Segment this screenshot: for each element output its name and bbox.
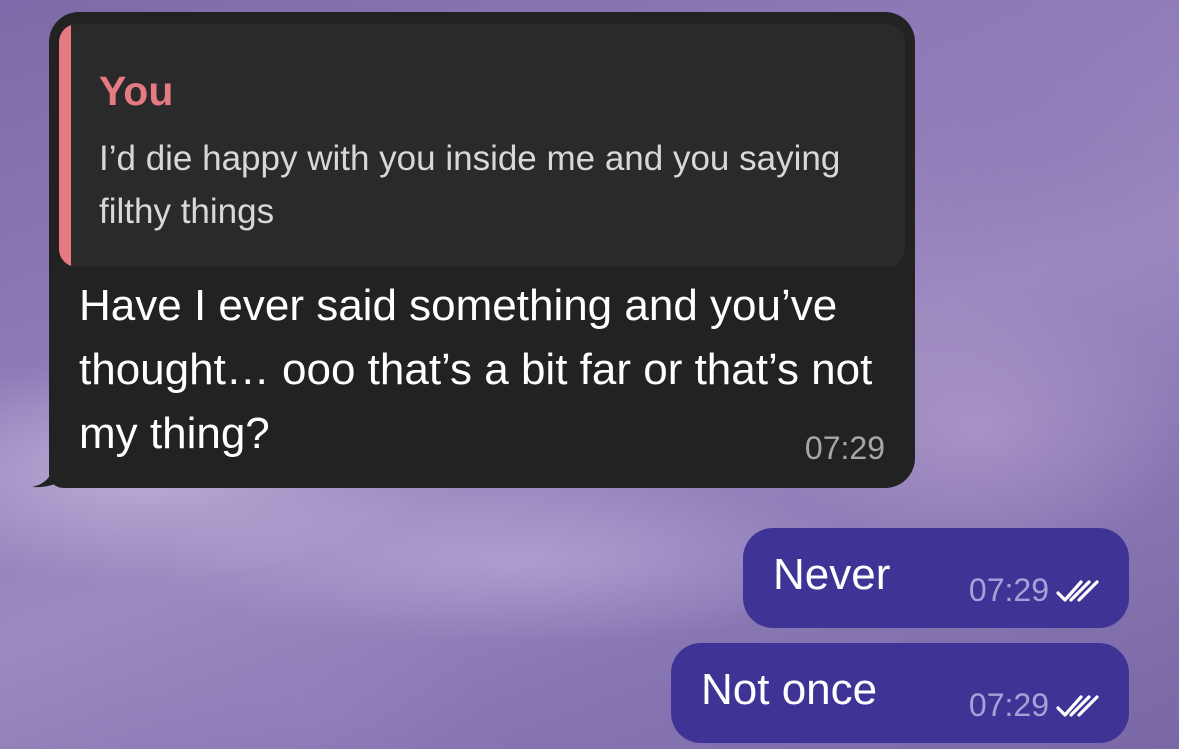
- reply-quote[interactable]: You I’d die happy with you inside me and…: [59, 24, 905, 267]
- message-text: Have I ever said something and you’ve th…: [79, 281, 873, 458]
- message-time: 07:29: [968, 572, 1049, 608]
- message-time: 07:29: [804, 430, 885, 466]
- reply-text: I’d die happy with you inside me and you…: [99, 139, 841, 231]
- outgoing-message-bubble[interactable]: Never 07:29: [743, 528, 1129, 628]
- bubble-tail-icon: [32, 438, 70, 488]
- message-meta: 07:29: [969, 687, 1101, 724]
- incoming-message-bubble[interactable]: You I’d die happy with you inside me and…: [49, 12, 915, 488]
- reply-author: You: [99, 68, 174, 114]
- double-check-icon: [1056, 694, 1099, 717]
- message-text: Not once: [701, 665, 878, 714]
- reply-accent-bar: [59, 24, 71, 267]
- outgoing-message-bubble[interactable]: Not once 07:29: [671, 643, 1129, 743]
- message-meta: 07:29: [969, 572, 1101, 609]
- double-check-icon: [1056, 579, 1099, 602]
- message-text: Never: [773, 550, 891, 599]
- message-time: 07:29: [968, 687, 1049, 723]
